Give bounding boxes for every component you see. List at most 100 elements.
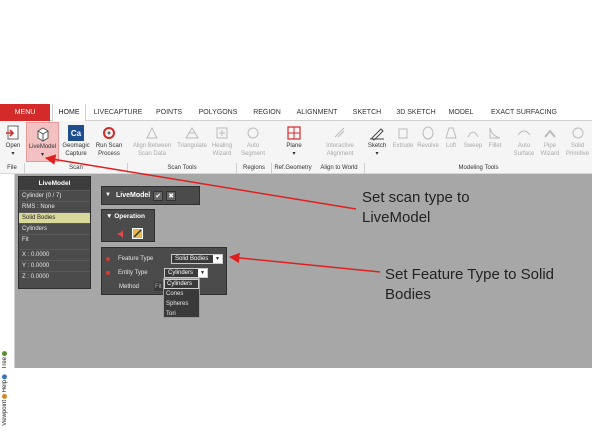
auto-surface-button[interactable]: Auto Surface (513, 122, 535, 162)
chevron-down-icon: ▼ (213, 255, 222, 263)
tree-icon (2, 351, 8, 356)
cancel-button[interactable]: ✖ (166, 190, 177, 201)
ok-button[interactable]: ✔ (153, 190, 164, 201)
group-label-align-to-world: Align to World (320, 165, 358, 171)
entity-type-label: Entity Type (106, 267, 148, 278)
group-label-scan: Scan (69, 165, 83, 171)
interactive-alignment-button[interactable]: Interactive Alignment (320, 122, 360, 162)
extrude-icon (394, 124, 412, 142)
dropdown-option-tori[interactable]: Tori (164, 309, 199, 319)
sweep-button[interactable]: Sweep (462, 122, 484, 162)
livemodel-header-title: LiveModel (116, 192, 151, 199)
method-label: Method (119, 283, 140, 290)
tab-tree[interactable]: Tree (2, 351, 8, 369)
tab-alignment[interactable]: ALIGNMENT (292, 104, 342, 121)
required-dot-icon (106, 257, 110, 261)
tab-polygons[interactable]: POLYGONS (193, 104, 243, 121)
geomagic-capture-icon: Ca (67, 124, 85, 142)
list-item-selected[interactable]: Solid Bodies (19, 212, 90, 223)
callout-feature-type-line-1: Set Feature Type to Solid (385, 266, 554, 283)
list-item[interactable]: Cylinder (0 / 7) (19, 190, 90, 201)
revolve-icon (419, 124, 437, 142)
required-dot-icon (106, 271, 110, 275)
livemodel-header: ▼ LiveModel ✔ ✖ (101, 186, 200, 205)
auto-surface-icon (515, 124, 533, 142)
viewpoint-icon (2, 394, 8, 399)
fillet-button[interactable]: Fillet (485, 122, 505, 162)
collapse-icon[interactable]: ▼ (106, 213, 114, 220)
solid-primitive-button[interactable]: Solid Primitive (563, 122, 592, 162)
loft-button[interactable]: Loft (441, 122, 461, 162)
side-tab-strip: Tree Help Viewpoint (0, 174, 15, 426)
callout-scan-type-line-2: LiveModel (362, 209, 431, 226)
entity-type-select[interactable]: Cylinders ▼ (164, 268, 208, 278)
menu-bar: MENU HOME LIVECAPTURE POINTS POLYGONS RE… (0, 104, 592, 121)
loft-icon (442, 124, 460, 142)
pipe-icon (541, 124, 559, 142)
solid-primitive-icon (569, 124, 587, 142)
run-scan-process-button[interactable]: Run Scan Process (93, 122, 125, 162)
coord-x: X : 0.0000 (19, 249, 90, 260)
tab-sketch[interactable]: SKETCH (348, 104, 386, 121)
speaker-operation-icon[interactable] (116, 228, 127, 239)
entity-type-dropdown: Cylinders Cones Spheres Tori (163, 278, 200, 318)
chevron-down-icon: ▾ (40, 152, 44, 158)
chevron-down-icon: ▾ (375, 151, 379, 157)
tab-exact-surfacing[interactable]: EXACT SURFACING (484, 104, 564, 121)
geomagic-capture-button[interactable]: Ca Geomagic Capture (60, 122, 92, 162)
group-label-file: File (7, 165, 17, 171)
sketch-button[interactable]: Sketch ▾ (365, 122, 389, 162)
align-between-scan-data-button[interactable]: Align Between Scan Data (130, 122, 174, 162)
coord-z: Z : 0.0000 (19, 271, 90, 282)
tab-viewpoint[interactable]: Viewpoint (2, 394, 8, 426)
group-label-regions: Regions (242, 165, 265, 171)
chevron-down-icon: ▾ (11, 151, 15, 157)
chevron-down-icon: ▼ (198, 269, 207, 277)
livemodel-panel-title: LiveModel (19, 177, 90, 190)
triangulate-button[interactable]: Triangulate (175, 122, 209, 162)
menu-button[interactable]: MENU (0, 104, 50, 121)
tab-help[interactable]: Help (2, 374, 8, 392)
callout-scan-type-line-1: Set scan type to (362, 189, 470, 206)
dropdown-option-spheres[interactable]: Spheres (164, 299, 199, 309)
extrude-button[interactable]: Extrude (391, 122, 415, 162)
chevron-down-icon: ▾ (292, 151, 296, 157)
interactive-alignment-icon (331, 124, 349, 142)
dropdown-option-cones[interactable]: Cones (164, 289, 199, 299)
operation-title: ▼ Operation (106, 213, 145, 220)
triangulate-icon (183, 124, 201, 142)
auto-segment-button[interactable]: Auto Segment (238, 122, 268, 162)
tab-region[interactable]: REGION (248, 104, 286, 121)
fit-operation-icon[interactable] (132, 228, 143, 239)
healing-wizard-button[interactable]: Healing Wizard (209, 122, 235, 162)
livemodel-button[interactable]: LiveModel ▾ (26, 122, 59, 162)
tab-model[interactable]: MODEL (444, 104, 478, 121)
callout-scan-type: Set scan type to LiveModel (362, 188, 470, 228)
open-icon (4, 124, 22, 142)
align-icon (143, 124, 161, 142)
operation-panel: ▼ Operation (101, 209, 155, 242)
callout-feature-type-line-2: Bodies (385, 286, 431, 303)
list-item[interactable]: Cylinders (19, 223, 90, 234)
livemodel-header-icon: ▼ (105, 192, 111, 198)
coord-y: Y : 0.0000 (19, 260, 90, 271)
group-label-ref-geometry: Ref.Geometry (274, 165, 312, 171)
feature-type-label: Feature Type (106, 253, 153, 264)
feature-type-select[interactable]: Solid Bodies ▼ (171, 254, 223, 264)
tab-points[interactable]: POINTS (150, 104, 188, 121)
fillet-icon (486, 124, 504, 142)
auto-segment-icon (244, 124, 262, 142)
tab-livecapture[interactable]: LIVECAPTURE (89, 104, 147, 121)
healing-icon (213, 124, 231, 142)
group-label-scan-tools: Scan Tools (167, 165, 197, 171)
revolve-button[interactable]: Revolve (416, 122, 440, 162)
list-item[interactable]: Fit (19, 234, 90, 245)
plane-button[interactable]: Plane ▾ (280, 122, 308, 162)
dropdown-option-cylinders[interactable]: Cylinders (164, 279, 199, 289)
scan-process-icon (100, 124, 118, 142)
pipe-wizard-button[interactable]: Pipe Wizard (537, 122, 563, 162)
tab-home[interactable]: HOME (52, 104, 86, 121)
livemodel-label: LiveModel (28, 144, 57, 150)
open-button[interactable]: Open ▾ (2, 122, 24, 162)
tab-3d-sketch[interactable]: 3D SKETCH (392, 104, 440, 121)
